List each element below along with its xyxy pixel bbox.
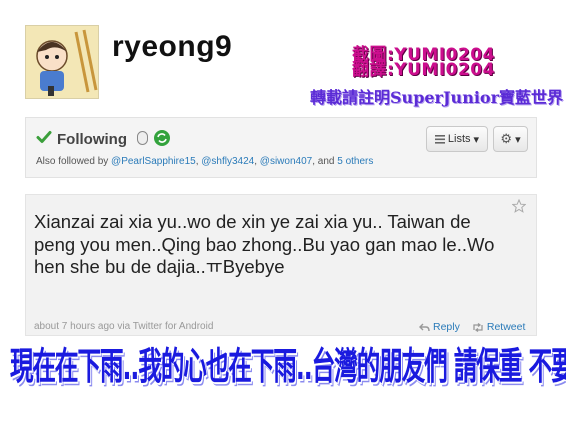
- follower-link-3[interactable]: @siwon407: [260, 156, 312, 167]
- gear-icon: ⚙: [500, 131, 513, 146]
- retweet-action[interactable]: Retweet: [472, 321, 526, 333]
- list-icon: [434, 134, 445, 144]
- retweet-icon: [473, 322, 483, 332]
- retweet-badge-icon[interactable]: [154, 130, 170, 146]
- username[interactable]: ryeong9: [112, 30, 232, 64]
- reply-label: Reply: [433, 321, 460, 333]
- reply-action[interactable]: Reply: [419, 321, 460, 333]
- also-followed-by: Also followed by @PearlSapphire15, @shfl…: [36, 156, 374, 167]
- tweet-meta: about 7 hours ago via Twitter for Androi…: [34, 321, 213, 332]
- lists-button[interactable]: Lists ▾: [426, 126, 488, 152]
- translation-caption: 現在在下雨..我的心也在下雨..台灣的朋友們 請保重 不要感冒: [10, 344, 566, 389]
- others-link[interactable]: 5 others: [337, 156, 373, 167]
- avatar-illustration: [26, 26, 98, 98]
- follower-link-2[interactable]: @shfly3424: [201, 156, 254, 167]
- also-prefix: Also followed by: [36, 156, 109, 167]
- star-icon[interactable]: [512, 199, 526, 213]
- repost-notice: 轉載請註明SuperJunior寶藍世界: [310, 88, 564, 107]
- credit-translation: 翻譯:YUMI0204: [352, 60, 495, 80]
- follow-box: Following Lists ▾ ⚙ ▾ Also followed by @…: [25, 117, 537, 178]
- tweet-card: Xianzai zai xia yu..wo de xin ye zai xia…: [25, 194, 537, 336]
- chevron-down-icon: ▾: [473, 133, 480, 146]
- tweet-actions: Reply Retweet: [419, 321, 525, 333]
- check-icon: [36, 131, 52, 143]
- tweet-text: Xianzai zai xia yu..wo de xin ye zai xia…: [34, 211, 495, 277]
- lists-label: Lists: [447, 133, 471, 145]
- chevron-down-icon: ▾: [515, 133, 521, 146]
- reply-icon: [419, 323, 430, 331]
- follower-link-1[interactable]: @PearlSapphire15: [111, 156, 196, 167]
- phone-icon[interactable]: [137, 131, 148, 145]
- retweet-label: Retweet: [486, 321, 526, 333]
- avatar[interactable]: [25, 25, 99, 99]
- gear-menu-button[interactable]: ⚙ ▾: [493, 126, 528, 152]
- and-text: , and: [312, 156, 335, 167]
- tweet-source: via Twitter for Android: [117, 321, 214, 332]
- following-status[interactable]: Following: [57, 131, 127, 148]
- tweet-time[interactable]: about 7 hours ago: [34, 321, 115, 332]
